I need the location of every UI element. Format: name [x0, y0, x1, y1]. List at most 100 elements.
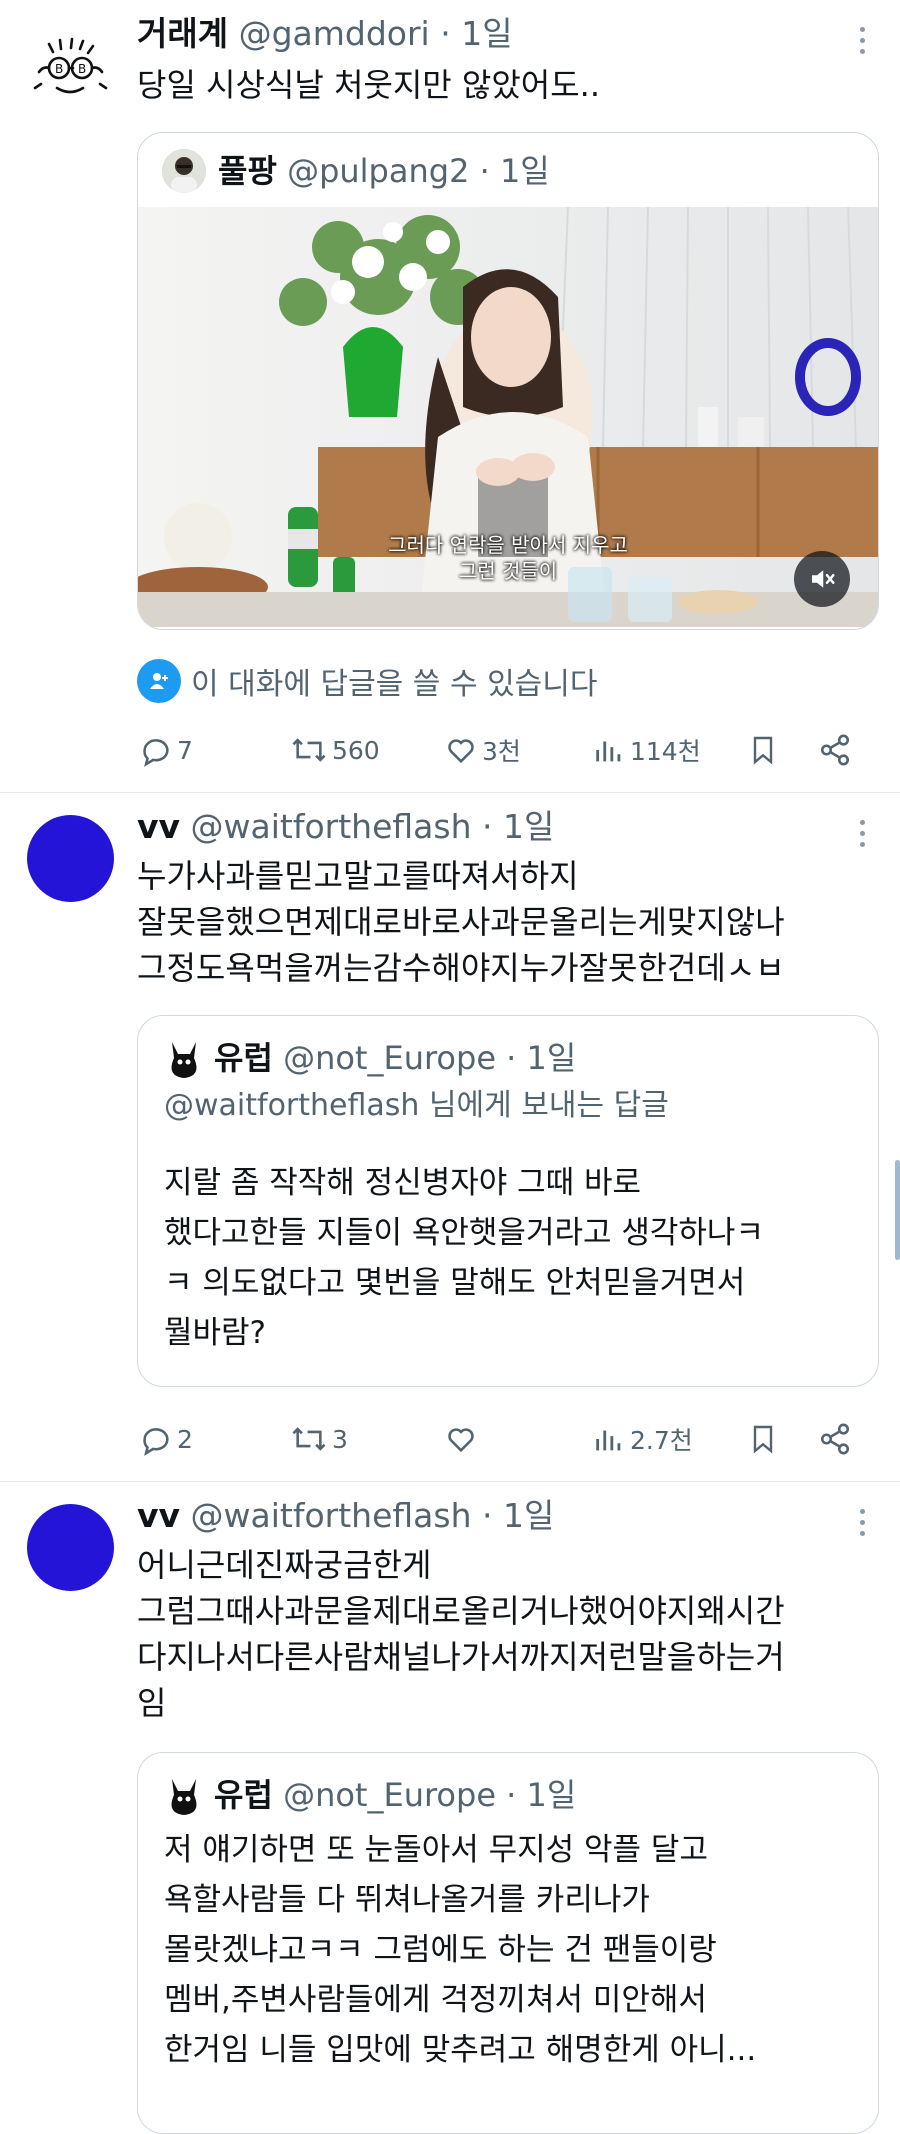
video-player[interactable]: 그러다 연락을 받아서 지우고 그런 것들이	[138, 207, 878, 627]
mute-button[interactable]	[794, 551, 850, 607]
author-handle[interactable]: @gamddori	[239, 14, 430, 53]
tweet[interactable]: vv @waitfortheflash · 1일 어니근데진짜궁금한게 그럼그때…	[0, 1482, 900, 2134]
video-caption-line: 그런 것들이	[458, 559, 558, 583]
like-button[interactable]: 3천	[444, 728, 521, 772]
like-button[interactable]	[444, 1417, 482, 1461]
retweet-count: 560	[332, 735, 380, 765]
quote-text-line: 한거임 니들 입맛에 맞추려고 해명한게 아니...	[164, 2032, 757, 2068]
reply-permission-text: 이 대화에 답글을 쓸 수 있습니다	[191, 667, 598, 702]
author-name[interactable]: vv	[137, 1496, 180, 1535]
retweet-button[interactable]: 3	[290, 1417, 348, 1461]
avatar[interactable]	[27, 1504, 114, 1591]
quote-author-name[interactable]: 풀팡	[218, 151, 277, 191]
quote-timestamp[interactable]: 1일	[527, 1038, 577, 1078]
views-button[interactable]: 2.7천	[592, 1417, 693, 1461]
action-bar: 7 560 3천 114천	[137, 728, 857, 772]
more-options-icon[interactable]	[860, 27, 866, 60]
quote-timestamp[interactable]: 1일	[527, 1775, 577, 1815]
views-icon	[596, 1430, 621, 1451]
quote-header: 풀팡 @pulpang2 · 1일	[162, 149, 550, 193]
tweet[interactable]: B B 거래계 @gamddori · 1일 당일 시상식날 처웃지만 않았어도…	[0, 0, 900, 792]
quote-text-line: ㅋ 의도없다고 몇번을 말해도 안처믿을거면서	[164, 1265, 746, 1301]
reply-icon	[143, 739, 169, 767]
tweet-header: vv @waitfortheflash · 1일	[137, 1496, 554, 1536]
reply-button[interactable]: 2	[139, 1417, 193, 1461]
view-count: 114천	[630, 737, 701, 766]
quote-tweet[interactable]: 풀팡 @pulpang2 · 1일 그러다 연락을 받아서 지우고 그런 것들이	[137, 132, 879, 630]
separator-dot: ·	[440, 14, 451, 53]
quote-text: 지랄 좀 작작해 정신병자야 그때 바로 했다고한들 지들이 욕안햇을거라고 생…	[164, 1158, 858, 1358]
tweet-header: vv @waitfortheflash · 1일	[137, 807, 554, 847]
quote-author-handle[interactable]: @pulpang2	[287, 151, 469, 191]
more-options-icon[interactable]	[860, 820, 866, 853]
doodle-avatar-icon: B B	[33, 37, 108, 94]
tweet-text: 어니근데진짜궁금한게 그럼그때사과문을제대로올리거나했어야지왜시간 다지나서다른…	[137, 1542, 860, 1726]
avatar[interactable]: B B	[27, 22, 114, 109]
replying-to-text: @waitfortheflash 님에게 보내는 답글	[164, 1088, 669, 1123]
avatar[interactable]	[27, 815, 114, 902]
separator-dot: ·	[479, 152, 490, 190]
quote-text-line: 멤버,주변사람들에게 걱정끼쳐서 미안해서	[164, 1982, 707, 2018]
bookmark-icon	[753, 736, 773, 765]
bookmark-icon	[753, 1425, 773, 1454]
quote-author-handle[interactable]: @not_Europe	[283, 1775, 496, 1815]
quote-tweet[interactable]: 유럽 @not_Europe · 1일 @waitfortheflash 님에게…	[137, 1015, 879, 1387]
retweet-button[interactable]: 560	[290, 728, 380, 772]
retweet-icon	[292, 1427, 326, 1451]
quote-text-line: 저 얘기하면 또 눈돌아서 무지성 악플 달고	[164, 1832, 708, 1868]
quote-author-name[interactable]: 유럽	[214, 1775, 273, 1815]
reply-permission-notice: 이 대화에 답글을 쓸 수 있습니다	[137, 659, 597, 703]
retweet-count: 3	[332, 1424, 348, 1454]
person-icon	[137, 659, 181, 703]
tweet-text-line: 누가사과를믿고말고를따져서하지	[137, 857, 579, 895]
person-avatar-icon	[162, 149, 206, 193]
tweet-text: 누가사과를믿고말고를따져서하지 잘못을했으면제대로바로사과문올리는게맞지않나 그…	[137, 853, 860, 991]
video-caption: 그러다 연락을 받아서 지우고 그런 것들이	[138, 532, 878, 584]
quote-text-line: 몰랏겠냐고ㅋㅋ 그럼에도 하는 건 팬들이랑	[164, 1932, 717, 1968]
quote-text-line: 욕할사람들 다 뛰쳐나올거를 카리나가	[164, 1882, 650, 1918]
cat-avatar-icon	[164, 1773, 204, 1817]
retweet-icon	[292, 738, 326, 762]
svg-text:B: B	[78, 62, 86, 76]
heart-icon	[448, 739, 474, 764]
share-button[interactable]	[818, 728, 852, 772]
scrollbar[interactable]	[895, 1160, 900, 1260]
author-name[interactable]: 거래계	[137, 14, 228, 53]
reply-icon	[143, 1428, 169, 1456]
author-handle[interactable]: @waitfortheflash	[191, 807, 472, 846]
tweet-text: 당일 시상식날 처웃지만 않았어도..	[137, 62, 860, 108]
mute-icon	[812, 570, 835, 588]
view-count: 2.7천	[630, 1426, 693, 1455]
more-options-icon[interactable]	[860, 1509, 866, 1542]
timestamp[interactable]: 1일	[461, 14, 512, 53]
reply-button[interactable]: 7	[139, 728, 193, 772]
author-handle[interactable]: @waitfortheflash	[191, 1496, 472, 1535]
separator-dot: ·	[506, 1039, 517, 1077]
timestamp[interactable]: 1일	[503, 807, 554, 846]
share-button[interactable]	[818, 1417, 852, 1461]
quote-timestamp[interactable]: 1일	[500, 151, 550, 191]
quote-avatar	[162, 149, 206, 193]
views-icon	[596, 741, 621, 762]
tweet-text-line: 어니근데진짜궁금한게	[137, 1546, 432, 1584]
separator-dot: ·	[506, 1776, 517, 1814]
views-button[interactable]: 114천	[592, 728, 701, 772]
separator-dot: ·	[482, 1496, 493, 1535]
author-name[interactable]: vv	[137, 807, 180, 846]
bookmark-button[interactable]	[747, 728, 779, 772]
bookmark-button[interactable]	[747, 1417, 779, 1461]
video-caption-line: 그러다 연락을 받아서 지우고	[388, 533, 628, 557]
quote-header: 유럽 @not_Europe · 1일	[164, 1773, 576, 1817]
tweet[interactable]: vv @waitfortheflash · 1일 누가사과를믿고말고를따져서하지…	[0, 793, 900, 1481]
quote-tweet[interactable]: 유럽 @not_Europe · 1일 저 얘기하면 또 눈돌아서 무지성 악플…	[137, 1752, 879, 2134]
timestamp[interactable]: 1일	[503, 1496, 554, 1535]
like-count: 3천	[482, 737, 521, 766]
quote-author-handle[interactable]: @not_Europe	[283, 1038, 496, 1078]
share-icon	[820, 1423, 850, 1455]
tweet-text-line: 잘못을했으면제대로바로사과문올리는게맞지않나	[137, 903, 785, 941]
quote-author-name[interactable]: 유럽	[214, 1038, 273, 1078]
share-icon	[820, 734, 850, 766]
reply-count: 7	[177, 735, 193, 765]
tweet-header: 거래계 @gamddori · 1일	[137, 14, 513, 54]
separator-dot: ·	[482, 807, 493, 846]
